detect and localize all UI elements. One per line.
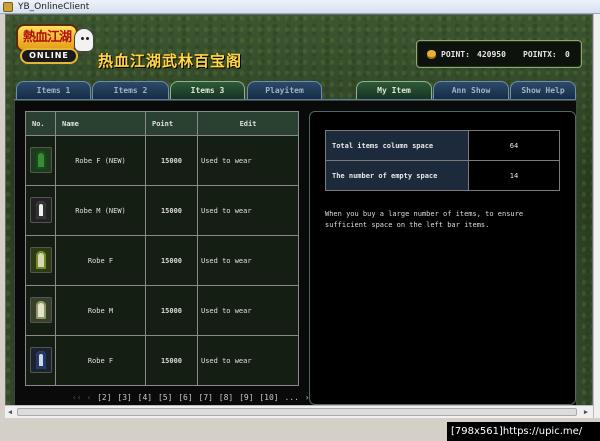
pointx-value: 0 <box>565 50 570 59</box>
page-link[interactable]: [9] <box>239 393 253 402</box>
col-header-point: Point <box>145 111 198 136</box>
empty-space-value: 14 <box>468 160 560 191</box>
empty-space-label: The number of empty space <box>325 160 469 191</box>
page-link[interactable]: [7] <box>199 393 213 402</box>
point-label: POINT: <box>441 50 470 59</box>
total-space-value: 64 <box>468 130 560 161</box>
item-name: Robe F <box>55 335 146 386</box>
item-point: 15000 <box>145 235 198 286</box>
table-row[interactable]: Robe F 15000 Used to wear <box>25 235 299 286</box>
tab-my-item[interactable]: My Item <box>356 81 432 100</box>
title-bar: YB_OnlineClient <box>0 0 600 14</box>
use-to-wear-link[interactable]: Used to wear <box>197 135 299 186</box>
table-row[interactable]: Robe F 15000 Used to wear <box>25 335 299 386</box>
tab-items-3[interactable]: Items 3 <box>170 81 245 100</box>
col-header-no: No. <box>25 111 56 136</box>
window-title: YB_OnlineClient <box>18 2 90 12</box>
item-point: 15000 <box>145 135 198 186</box>
watermark-text: [798x561]https://upic.me/ <box>447 422 600 441</box>
robe-navy-icon <box>29 346 52 373</box>
robe-lime-icon <box>29 246 52 273</box>
page-link[interactable]: [5] <box>158 393 172 402</box>
scroll-left-icon[interactable]: ◀ <box>6 408 14 417</box>
shop-title: 热血江湖武林百宝阁 <box>98 52 243 70</box>
use-to-wear-link[interactable]: Used to wear <box>197 285 299 336</box>
points-display: POINT: 420950 POINTX: 0 <box>416 40 582 68</box>
logo-subtitle: ONLINE <box>20 48 78 64</box>
pointx-label: POINTX: <box>523 50 557 59</box>
robe-green-icon <box>29 146 52 173</box>
total-space-label: Total items column space <box>325 130 469 161</box>
use-to-wear-link[interactable]: Used to wear <box>197 235 299 286</box>
use-to-wear-link[interactable]: Used to wear <box>197 335 299 386</box>
more-pages-link[interactable]: ... <box>284 393 298 402</box>
tab-ann-show[interactable]: Ann Show <box>433 81 509 100</box>
items-table: No. Name Point Edit Robe F (NEW) 15000 U… <box>25 111 299 386</box>
table-row: Total items column space 64 <box>325 130 560 161</box>
info-note: When you buy a large number of items, to… <box>325 210 524 229</box>
scroll-right-icon[interactable]: ▶ <box>582 408 590 417</box>
scroll-thumb[interactable] <box>17 408 577 416</box>
tab-items-1[interactable]: Items 1 <box>16 81 91 100</box>
page-link[interactable]: [6] <box>178 393 192 402</box>
item-point: 15000 <box>145 185 198 236</box>
mascot-icon <box>74 28 94 52</box>
tab-items-2[interactable]: Items 2 <box>92 81 169 100</box>
page-link[interactable]: [2] <box>97 393 111 402</box>
pagination: ‹‹ ‹ [2] [3] [4] [5] [6] [7] [8] [9] [10… <box>72 393 320 403</box>
tab-show-help[interactable]: Show Help <box>510 81 576 100</box>
item-name: Robe M <box>55 285 146 336</box>
use-to-wear-link[interactable]: Used to wear <box>197 185 299 236</box>
item-point: 15000 <box>145 335 198 386</box>
col-header-edit: Edit <box>197 111 299 136</box>
vertical-scrollbar[interactable] <box>593 14 600 418</box>
page-link[interactable]: [10] <box>259 393 278 402</box>
table-row: The number of empty space 14 <box>325 160 560 191</box>
robe-dark-icon <box>29 196 52 223</box>
horizontal-scrollbar[interactable]: ◀ ▶ <box>5 405 593 418</box>
page-link[interactable]: [3] <box>117 393 131 402</box>
item-point: 15000 <box>145 285 198 336</box>
page-link[interactable]: [4] <box>138 393 152 402</box>
table-row[interactable]: Robe M 15000 Used to wear <box>25 285 299 336</box>
robe-cream-icon <box>29 296 52 323</box>
item-name: Robe F (NEW) <box>55 135 146 186</box>
app-icon <box>3 2 13 12</box>
table-row[interactable]: Robe M (NEW) 15000 Used to wear <box>25 185 299 236</box>
col-header-name: Name <box>55 111 146 136</box>
table-row[interactable]: Robe F (NEW) 15000 Used to wear <box>25 135 299 186</box>
coin-icon <box>427 50 436 57</box>
item-name: Robe F <box>55 235 146 286</box>
point-value: 420950 <box>477 50 506 59</box>
inventory-space-table: Total items column space 64 The number o… <box>325 130 560 191</box>
tab-playitem[interactable]: Playitem <box>247 81 322 100</box>
item-name: Robe M (NEW) <box>55 185 146 236</box>
first-prev-page-link[interactable]: ‹‹ ‹ <box>72 393 91 402</box>
game-logo: 熱血江湖 ONLINE <box>16 24 94 72</box>
page-link[interactable]: [8] <box>219 393 233 402</box>
